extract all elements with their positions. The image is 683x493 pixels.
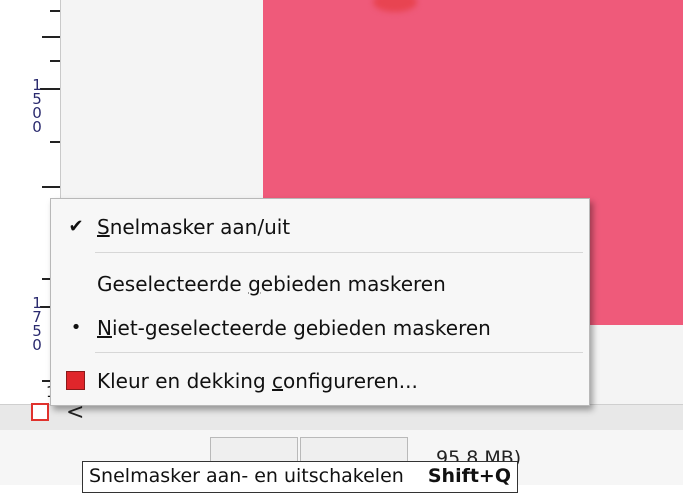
label-text: iet-geselecteerde gebieden maskeren	[111, 316, 491, 340]
menu-item-toggle-quickmask[interactable]: ✔ Snelmasker aan/uit	[51, 209, 589, 245]
ruler-label-text: 1500	[32, 76, 42, 136]
tooltip-text: Snelmasker aan- en uitschakelen	[89, 465, 404, 487]
menu-item-label: Geselecteerde gebieden maskeren	[97, 272, 446, 296]
menu-item-mask-unselected[interactable]: • Niet-geselecteerde gebieden maskeren	[51, 310, 589, 346]
menu-item-mask-selected[interactable]: Geselecteerde gebieden maskeren	[51, 266, 589, 302]
tooltip-shortcut: Shift+Q	[427, 465, 512, 487]
quickmask-tooltip: Snelmasker aan- en uitschakelen Shift+Q	[82, 461, 519, 493]
menu-item-configure-color[interactable]: Kleur en dekking configureren...	[51, 363, 589, 399]
menu-item-label: Snelmasker aan/uit	[97, 215, 290, 239]
menu-separator	[95, 252, 583, 253]
label-text: nelmasker aan/uit	[109, 215, 291, 239]
quickmask-context-menu: ✔ Snelmasker aan/uit Geselecteerde gebie…	[50, 198, 590, 406]
ruler-tick	[50, 60, 60, 62]
canvas-image-detail	[373, 0, 417, 12]
checkmark-icon: ✔	[68, 216, 84, 237]
ruler-label-1750: 1750	[30, 294, 44, 354]
mnemonic: N	[97, 316, 112, 340]
mnemonic: c	[272, 369, 284, 393]
radio-bullet-icon: •	[70, 317, 82, 338]
mask-color-swatch-icon	[66, 371, 85, 390]
menu-separator	[95, 352, 583, 353]
mnemonic: g	[248, 272, 261, 296]
ruler-tick	[42, 36, 60, 38]
label-text: Geselecteerde	[97, 272, 249, 296]
ruler-tick	[50, 141, 60, 143]
quickmask-toggle-icon[interactable]	[31, 403, 49, 421]
label-text: onfigureren...	[283, 369, 418, 393]
ruler-label-1500: 1500	[30, 76, 44, 136]
label-text: ebieden maskeren	[260, 272, 446, 296]
ruler-tick	[50, 10, 60, 12]
label-text: Kleur en dekking	[97, 369, 273, 393]
ruler-label-text: 1750	[32, 294, 42, 354]
mnemonic: S	[97, 215, 110, 239]
horizontal-scrollbar[interactable]	[0, 404, 683, 431]
menu-item-label: Kleur en dekking configureren...	[97, 369, 418, 393]
ruler-tick	[42, 186, 60, 188]
menu-item-label: Niet-geselecteerde gebieden maskeren	[97, 316, 491, 340]
